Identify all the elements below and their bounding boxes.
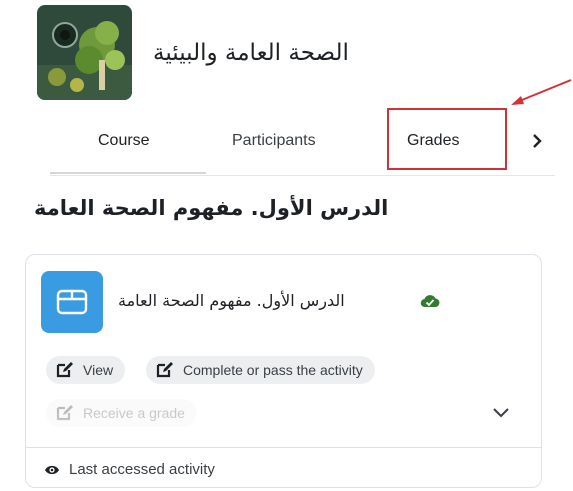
page-icon[interactable] <box>41 271 103 333</box>
course-title: الصحة العامة والبيئية <box>153 40 349 66</box>
annotation-arrow <box>505 78 573 113</box>
check-cloud-icon <box>420 293 440 314</box>
section-title: الدرس الأول. مفهوم الصحة العامة <box>34 196 389 220</box>
tabs-divider <box>50 175 555 176</box>
chevron-down-icon[interactable] <box>492 406 510 424</box>
course-tabs: Course Participants Grades <box>50 108 555 176</box>
last-accessed-label: Last accessed activity <box>69 461 215 478</box>
last-accessed-row: Last accessed activity <box>44 461 215 478</box>
condition-complete: Complete or pass the activity <box>146 356 375 384</box>
edit-icon <box>56 361 74 379</box>
grades-highlight-box <box>387 108 507 170</box>
condition-view-label: View <box>83 362 114 378</box>
chevron-right-icon[interactable] <box>526 130 548 152</box>
activity-name-link[interactable]: الدرس الأول. مفهوم الصحة العامة <box>118 291 345 310</box>
condition-grade-label: Receive a grade <box>83 405 185 421</box>
condition-complete-label: Complete or pass the activity <box>183 362 363 378</box>
card-divider <box>26 447 541 448</box>
edit-icon <box>56 404 74 422</box>
course-image <box>37 5 132 100</box>
tab-course[interactable]: Course <box>98 132 150 150</box>
edit-icon <box>156 361 174 379</box>
condition-grade: Receive a grade <box>46 399 197 427</box>
tab-participants[interactable]: Participants <box>232 132 316 150</box>
condition-view: View <box>46 356 126 384</box>
active-tab-indicator <box>50 172 206 174</box>
activity-card: الدرس الأول. مفهوم الصحة العامة View Com… <box>25 254 542 488</box>
eye-icon <box>44 464 60 476</box>
